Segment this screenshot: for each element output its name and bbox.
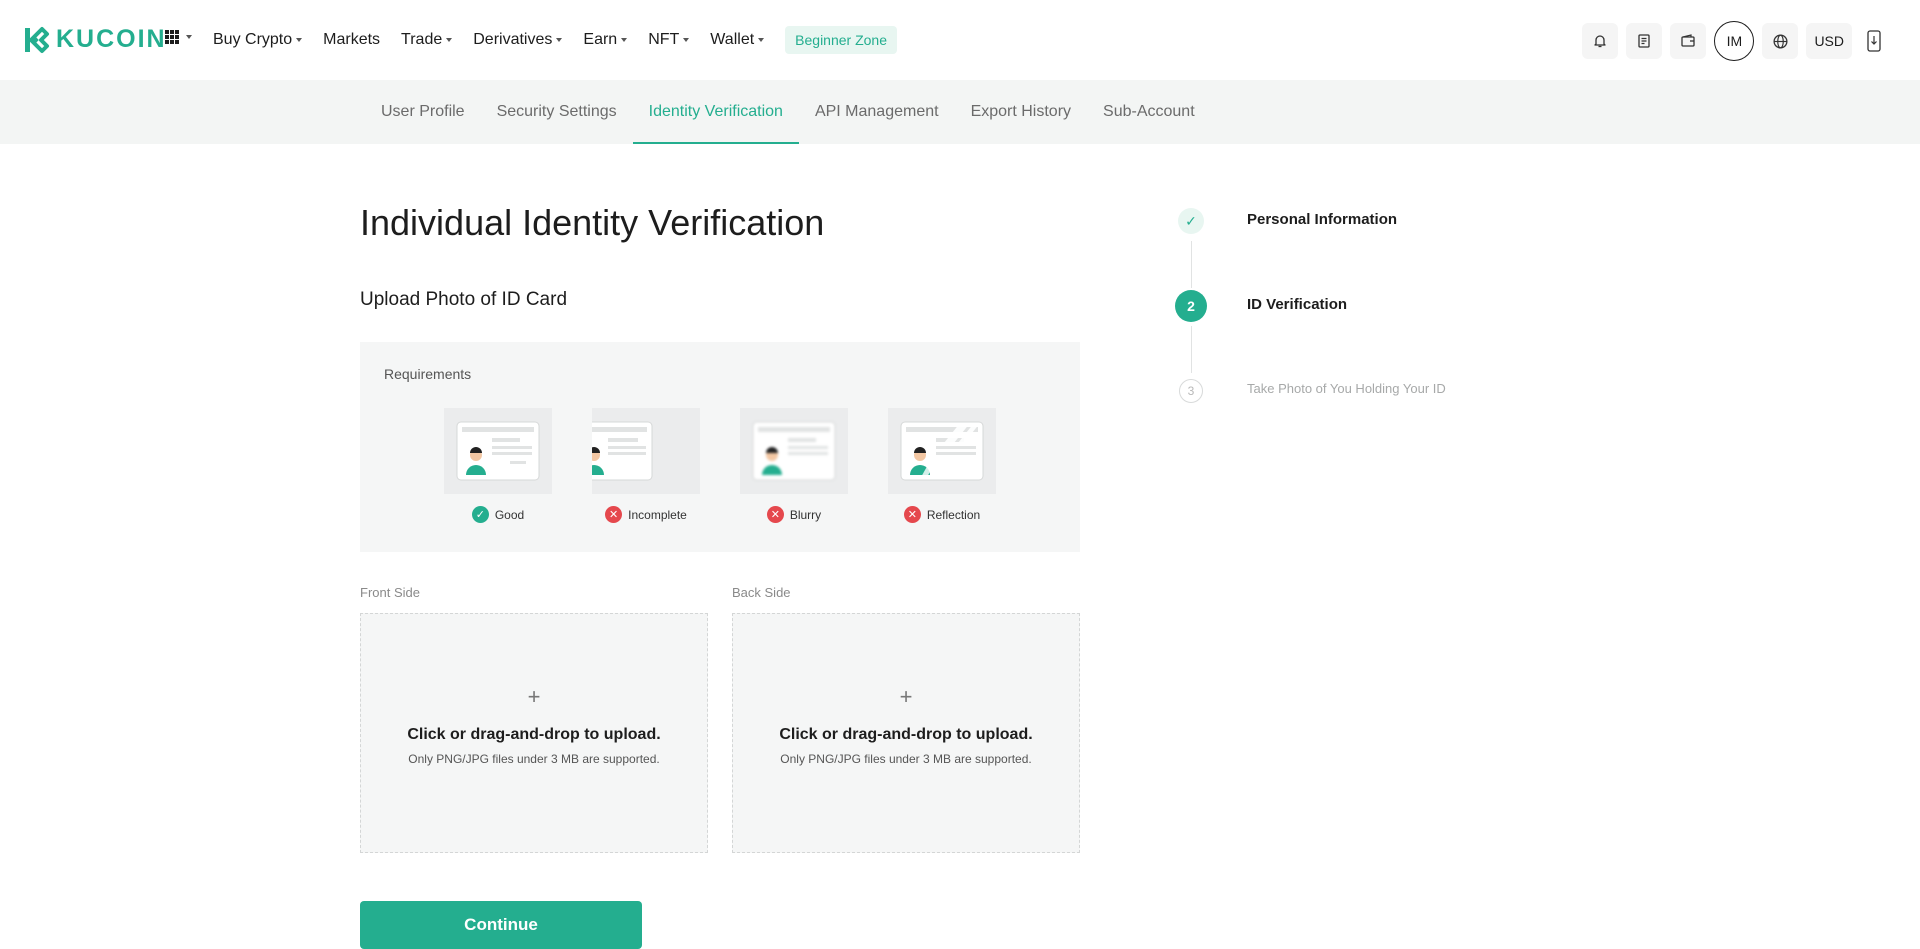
nav-wallet[interactable]: Wallet — [710, 31, 775, 49]
download-app-button[interactable] — [1860, 23, 1888, 59]
step-label: ID Verification — [1247, 296, 1348, 313]
check-icon: ✓ — [471, 506, 489, 523]
wallet-icon — [1681, 34, 1696, 47]
tab-identity-verification[interactable]: Identity Verification — [632, 80, 800, 144]
page-title: Individual Identity Verification — [360, 202, 825, 243]
brand-name: KUCOIN — [56, 25, 167, 53]
kucoin-logo-icon — [25, 26, 49, 53]
apps-grid-icon — [165, 30, 179, 44]
top-navigation: KUCOIN Buy Crypto Markets Trade Derivati… — [0, 0, 1920, 80]
nav-label: Earn — [583, 31, 618, 48]
orders-button[interactable] — [1626, 23, 1663, 59]
id-card-incomplete-illustration — [592, 408, 700, 494]
requirement-incomplete: ✕ Incomplete — [592, 408, 700, 523]
wallet-button[interactable] — [1670, 23, 1707, 59]
step-connector — [1191, 326, 1192, 373]
back-side-upload-dropzone[interactable]: + Click or drag-and-drop to upload. Only… — [732, 613, 1080, 853]
kucoin-logo[interactable]: KUCOIN — [22, 25, 167, 54]
download-app-icon — [1867, 30, 1881, 52]
nav-trade[interactable]: Trade — [401, 31, 463, 49]
step-connector — [1191, 241, 1192, 288]
nav-label: Markets — [323, 31, 381, 48]
check-icon: ✓ — [1178, 208, 1204, 234]
requirement-label: Incomplete — [628, 507, 687, 522]
plus-icon: + — [527, 684, 541, 709]
notifications-button[interactable] — [1582, 23, 1619, 59]
requirements-panel: Requirements ✓ Good ✕ Incomplete ✕ Blurr… — [360, 342, 1080, 552]
account-subnav: User Profile Security Settings Identity … — [0, 80, 1920, 144]
upload-hint: Only PNG/JPG files under 3 MB are suppor… — [780, 752, 1032, 766]
requirement-label: Good — [494, 507, 525, 522]
front-side-label: Front Side — [360, 585, 420, 600]
id-card-blurry-illustration — [740, 408, 848, 494]
chevron-down-icon — [446, 37, 453, 42]
globe-icon — [1773, 33, 1788, 49]
requirement-label: Reflection — [926, 507, 981, 522]
nav-label: Wallet — [710, 31, 755, 48]
chevron-down-icon — [683, 37, 690, 42]
chevron-down-icon — [186, 35, 192, 39]
language-button[interactable] — [1762, 23, 1799, 59]
upload-hint: Only PNG/JPG files under 3 MB are suppor… — [408, 752, 660, 766]
nav-label: NFT — [648, 31, 680, 48]
bell-icon — [1594, 35, 1607, 48]
requirement-reflection: ✕ Reflection — [888, 408, 996, 523]
chevron-down-icon — [758, 37, 765, 42]
section-title: Upload Photo of ID Card — [360, 289, 568, 310]
front-side-upload-dropzone[interactable]: + Click or drag-and-drop to upload. Only… — [360, 613, 708, 853]
nav-nft[interactable]: NFT — [648, 31, 700, 49]
chevron-down-icon — [621, 37, 628, 42]
continue-button[interactable]: Continue — [360, 901, 642, 949]
currency-selector[interactable]: USD — [1806, 23, 1852, 59]
close-icon: ✕ — [766, 506, 784, 523]
beginner-zone-button[interactable]: Beginner Zone — [785, 26, 897, 54]
upload-cta: Click or drag-and-drop to upload. — [407, 726, 661, 743]
chevron-down-icon — [296, 37, 303, 42]
tab-export-history[interactable]: Export History — [955, 80, 1087, 144]
tab-security-settings[interactable]: Security Settings — [481, 80, 633, 144]
nav-label: Derivatives — [473, 31, 553, 48]
nav-derivatives[interactable]: Derivatives — [473, 31, 573, 49]
close-icon: ✕ — [605, 506, 623, 523]
nav-earn[interactable]: Earn — [583, 31, 638, 49]
close-icon: ✕ — [903, 506, 921, 523]
nav-label: Buy Crypto — [213, 31, 293, 48]
requirements-label: Requirements — [384, 366, 472, 382]
orders-icon — [1638, 34, 1651, 48]
step-label: Personal Information — [1247, 211, 1398, 228]
step-number: 2 — [1175, 290, 1207, 322]
nav-label: Trade — [401, 31, 443, 48]
requirement-label: Blurry — [789, 507, 822, 522]
tab-sub-account[interactable]: Sub-Account — [1087, 80, 1211, 144]
tab-api-management[interactable]: API Management — [799, 80, 955, 144]
step-label: Take Photo of You Holding Your ID — [1247, 381, 1446, 396]
chevron-down-icon — [556, 37, 563, 42]
id-card-good-illustration — [444, 408, 552, 494]
step-number: 3 — [1179, 379, 1203, 403]
upload-cta: Click or drag-and-drop to upload. — [779, 726, 1033, 743]
nav-markets[interactable]: Markets — [323, 31, 391, 49]
back-side-label: Back Side — [732, 585, 791, 600]
requirement-blurry: ✕ Blurry — [740, 408, 848, 523]
nav-buy-crypto[interactable]: Buy Crypto — [213, 31, 313, 49]
tab-user-profile[interactable]: User Profile — [365, 80, 481, 144]
requirement-good: ✓ Good — [444, 408, 552, 523]
plus-icon: + — [899, 684, 913, 709]
avatar[interactable]: IM — [1714, 21, 1755, 61]
id-card-reflection-illustration — [888, 408, 996, 494]
apps-menu-button[interactable] — [165, 30, 192, 44]
